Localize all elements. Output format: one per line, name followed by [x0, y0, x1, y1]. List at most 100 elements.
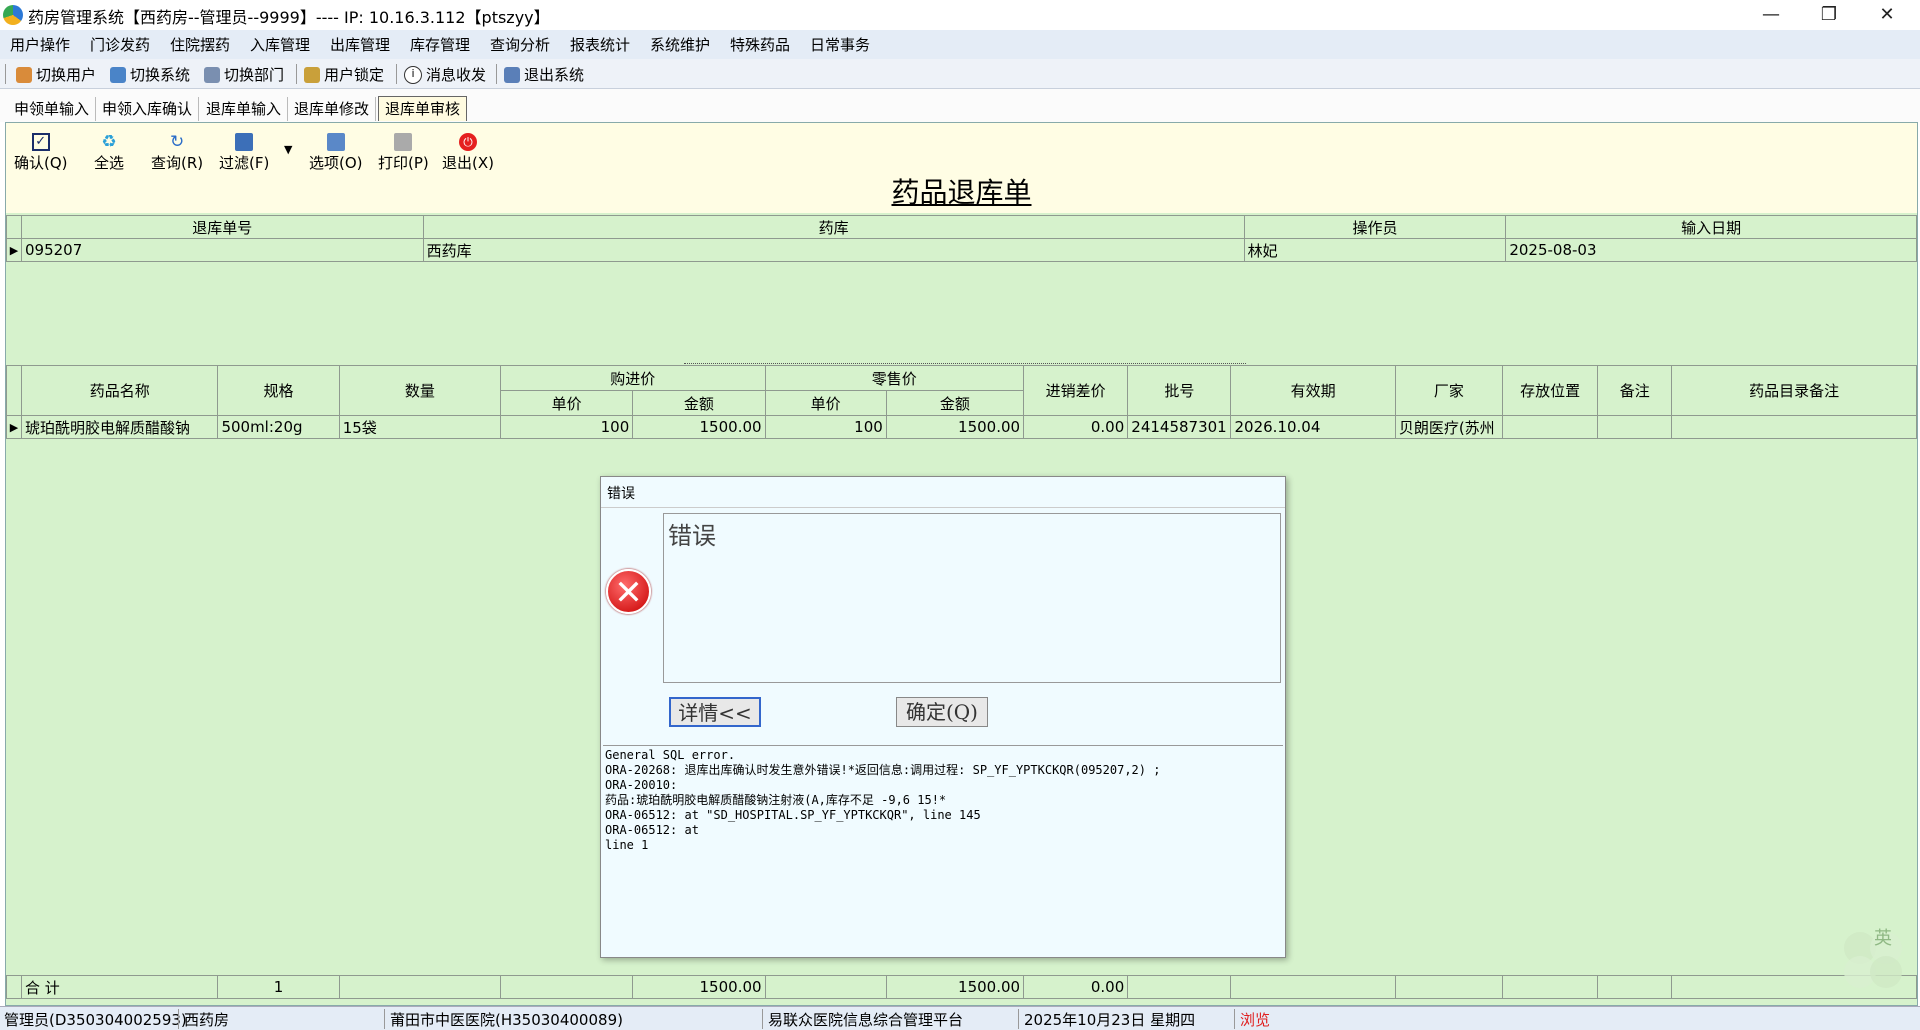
menu-stock-out[interactable]: 出库管理: [330, 34, 390, 55]
toolbar-separator: [396, 64, 397, 84]
column-header-quantity[interactable]: 数量: [338, 365, 502, 416]
cell-operator[interactable]: 林妃: [1243, 238, 1507, 262]
exit-system-button[interactable]: 退出系统: [504, 64, 584, 85]
status-separator: [178, 1009, 179, 1029]
column-header-location[interactable]: 存放位置: [1502, 365, 1599, 416]
options-button[interactable]: 选项(O): [309, 133, 363, 173]
status-hospital: 莆田市中医医院(H35030400089): [390, 1011, 623, 1029]
minimize-button[interactable]: —: [1742, 0, 1800, 30]
column-header-retail-unit[interactable]: 单价: [764, 390, 887, 416]
column-header-price-diff[interactable]: 进销差价: [1023, 365, 1129, 416]
menu-system-maintenance[interactable]: 系统维护: [650, 34, 710, 55]
cell-location[interactable]: [1502, 415, 1599, 439]
details-toggle-button[interactable]: 详情<<: [669, 697, 761, 727]
power-icon: ⏻: [458, 133, 477, 151]
cell-quantity[interactable]: 15袋: [338, 415, 502, 439]
tab-requisition-input[interactable]: 申领单输入: [8, 97, 97, 121]
table-row[interactable]: ▶ 095207 西药库 林妃 2025-08-03: [6, 238, 1917, 262]
tab-requisition-confirm[interactable]: 申领入库确认: [96, 97, 200, 121]
tab-return-modify[interactable]: 退库单修改: [288, 97, 377, 121]
totals-row: 合 计 1 1500.00 1500.00 0.00: [5, 975, 1917, 999]
error-dialog: 错误 ✕ 错误 详情<< 确定(Q) General SQL error. OR…: [600, 476, 1286, 958]
ok-button[interactable]: 确定(Q): [896, 697, 988, 727]
confirm-button[interactable]: ✓ 确认(Q): [14, 133, 68, 173]
column-header-input-date[interactable]: 输入日期: [1505, 215, 1917, 239]
exit-icon: [504, 66, 520, 83]
column-header-warehouse[interactable]: 药库: [422, 215, 1245, 239]
drug-detail-grid: 药品名称 规格 数量 购进价 零售价 进销差价 批号 有效期 厂家 存放位置 备…: [5, 365, 1917, 439]
menu-inventory[interactable]: 库存管理: [410, 34, 470, 55]
column-header-operator[interactable]: 操作员: [1243, 215, 1507, 239]
cell-batch[interactable]: 2414587301: [1127, 415, 1232, 439]
filter-icon: [235, 133, 254, 151]
column-header-purchase-amount[interactable]: 金额: [632, 390, 766, 416]
close-button[interactable]: ✕: [1858, 0, 1916, 30]
cell-purchase-amount[interactable]: 1500.00: [632, 415, 766, 439]
status-platform: 易联众医院信息综合管理平台: [768, 1011, 964, 1029]
panel-splitter[interactable]: [684, 355, 1246, 364]
switch-user-button[interactable]: 切换用户: [16, 64, 96, 85]
lock-user-button[interactable]: 用户锁定: [304, 64, 384, 85]
restore-button[interactable]: ❐: [1800, 0, 1858, 30]
totals-empty: [500, 975, 634, 999]
filter-dropdown-arrow[interactable]: ▼: [284, 143, 292, 156]
cell-purchase-unit[interactable]: 100: [500, 415, 634, 439]
print-button[interactable]: 打印(P): [378, 133, 429, 173]
status-separator: [762, 1009, 763, 1029]
menu-user-ops[interactable]: 用户操作: [10, 34, 70, 55]
menu-special-drugs[interactable]: 特殊药品: [730, 34, 790, 55]
menu-outpatient-dispense[interactable]: 门诊发药: [90, 34, 150, 55]
column-header-purchase-price[interactable]: 购进价: [500, 365, 766, 391]
exit-button[interactable]: ⏻ 退出(X): [442, 133, 494, 173]
menu-stock-in[interactable]: 入库管理: [250, 34, 310, 55]
filter-button[interactable]: 过滤(F): [219, 133, 269, 173]
switch-system-icon: [110, 66, 126, 83]
cell-drug-name[interactable]: 琥珀酰明胶电解质醋酸钠: [21, 415, 219, 439]
column-header-manufacturer[interactable]: 厂家: [1394, 365, 1504, 416]
cell-retail-unit[interactable]: 100: [764, 415, 887, 439]
cell-spec[interactable]: 500ml:20g: [217, 415, 340, 439]
column-header-catalog-remark[interactable]: 药品目录备注: [1671, 365, 1917, 416]
column-header-batch[interactable]: 批号: [1127, 365, 1232, 416]
watermark-text: 英: [1874, 928, 1892, 949]
column-header-expiry[interactable]: 有效期: [1230, 365, 1396, 416]
column-header-purchase-unit[interactable]: 单价: [500, 390, 634, 416]
messages-button[interactable]: i 消息收发: [404, 64, 486, 85]
cell-expiry[interactable]: 2026.10.04: [1230, 415, 1396, 439]
totals-empty: [1230, 975, 1396, 999]
row-indicator-icon: ▶: [6, 238, 22, 262]
menu-reports[interactable]: 报表统计: [570, 34, 630, 55]
cell-catalog-remark[interactable]: [1671, 415, 1917, 439]
menu-daily-affairs[interactable]: 日常事务: [810, 34, 870, 55]
query-button[interactable]: ↻ 查询(R): [151, 133, 203, 173]
menu-query-analysis[interactable]: 查询分析: [490, 34, 550, 55]
refresh-icon: ↻: [169, 132, 185, 152]
status-bar: 管理员(D350304002593) 西药房 莆田市中医医院(H35030400…: [0, 1006, 1920, 1030]
tab-return-review[interactable]: 退库单审核: [378, 96, 468, 121]
cell-warehouse[interactable]: 西药库: [422, 238, 1245, 262]
column-header-drug-name[interactable]: 药品名称: [21, 365, 219, 416]
cell-price-diff[interactable]: 0.00: [1023, 415, 1129, 439]
cell-order-no[interactable]: 095207: [20, 238, 424, 262]
cell-remark[interactable]: [1597, 415, 1673, 439]
column-header-retail-amount[interactable]: 金额: [885, 390, 1025, 416]
window-title: 药房管理系统【西药房--管理员--9999】---- IP: 10.16.3.1…: [28, 8, 550, 27]
switch-department-button[interactable]: 切换部门: [204, 64, 284, 85]
totals-purchase-amount: 1500.00: [632, 975, 766, 999]
cell-manufacturer[interactable]: 贝朗医疗(苏州: [1394, 415, 1504, 439]
menu-inpatient-dispense[interactable]: 住院摆药: [170, 34, 230, 55]
switch-system-button[interactable]: 切换系统: [110, 64, 190, 85]
table-row[interactable]: ▶ 琥珀酰明胶电解质醋酸钠 500ml:20g 15袋 100 1500.00 …: [5, 415, 1917, 439]
column-header-order-no[interactable]: 退库单号: [20, 215, 424, 239]
cell-retail-amount[interactable]: 1500.00: [885, 415, 1025, 439]
totals-quantity: 1: [217, 975, 340, 999]
cell-input-date[interactable]: 2025-08-03: [1505, 238, 1917, 262]
error-details-text[interactable]: General SQL error. ORA-20268: 退库出库确认时发生意…: [603, 745, 1283, 955]
select-all-button[interactable]: ♻ 全选: [94, 133, 124, 173]
column-header-spec[interactable]: 规格: [217, 365, 340, 416]
tab-bar: 申领单输入 申领入库确认 退库单输入 退库单修改 退库单审核: [0, 89, 1920, 122]
column-header-retail-price[interactable]: 零售价: [764, 365, 1025, 391]
tab-return-input[interactable]: 退库单输入: [200, 97, 289, 121]
column-header-remark[interactable]: 备注: [1597, 365, 1673, 416]
return-order-grid: 退库单号 药库 操作员 输入日期 ▶ 095207 西药库 林妃 2025-08…: [6, 215, 1917, 262]
